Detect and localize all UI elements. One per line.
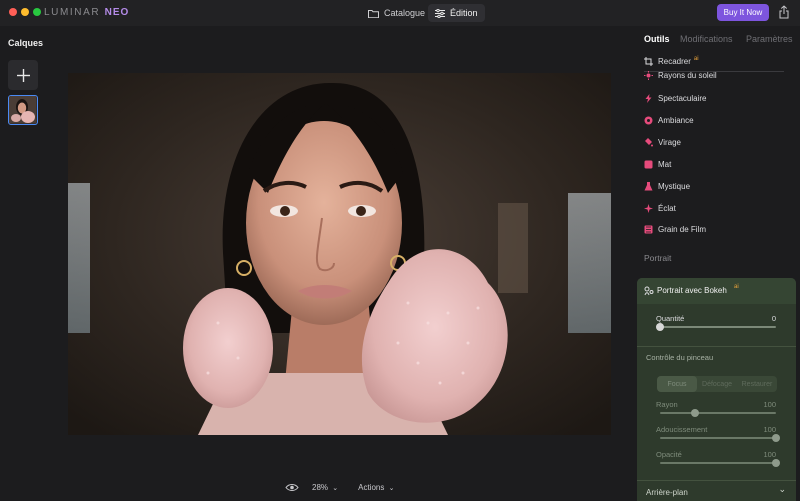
bokeh-title: Portrait avec Bokeh: [657, 286, 727, 295]
amount-slider[interactable]: [660, 326, 776, 328]
tool-toning[interactable]: Virage: [644, 135, 681, 149]
tool-label: Mat: [658, 159, 672, 169]
plus-icon: [16, 68, 30, 82]
mode-restore[interactable]: Restaurer: [737, 376, 777, 392]
opacity-value: 100: [763, 450, 776, 459]
tool-mood[interactable]: Ambiance: [644, 113, 694, 127]
portrait-photo: [68, 73, 611, 435]
film-icon: [644, 225, 653, 233]
amount-label: Quantité: [656, 314, 685, 323]
photo-canvas[interactable]: [68, 73, 611, 435]
edition-tab[interactable]: Édition: [428, 4, 485, 22]
portrait-thumbnail-image: [9, 96, 36, 123]
crop-icon: [644, 56, 653, 66]
tool-crop[interactable]: Recadrer ai: [644, 54, 699, 68]
actions-label: Actions: [358, 482, 385, 492]
softness-slider-handle[interactable]: [772, 434, 780, 442]
bokeh-icon: [644, 286, 654, 296]
chevron-down-icon: ⌄: [388, 484, 395, 492]
section-portrait: Portrait: [644, 253, 672, 263]
tool-label: Grain de Film: [658, 224, 707, 234]
bottom-toolbar: 28% ⌄ Actions ⌄: [280, 480, 394, 494]
amount-value: 0: [771, 314, 776, 323]
lightning-icon: [645, 93, 652, 103]
sparkle-icon: [644, 203, 653, 213]
tab-tools[interactable]: Outils: [644, 34, 670, 44]
mode-focus[interactable]: Focus: [657, 376, 697, 392]
softness-label: Adoucissement: [656, 425, 708, 434]
edition-label: Édition: [450, 8, 478, 18]
softness-slider[interactable]: [660, 437, 776, 439]
tool-mystical[interactable]: Mystique: [644, 179, 690, 193]
flask-icon: [644, 181, 653, 190]
catalogue-label: Catalogue: [384, 8, 426, 18]
sunrays-icon: [644, 70, 653, 80]
chevron-down-icon[interactable]: ⌄: [778, 484, 786, 495]
share-icon[interactable]: [779, 5, 789, 19]
tool-label: Éclat: [658, 203, 676, 213]
divider: [637, 480, 796, 481]
divider: [637, 346, 796, 347]
bucket-icon: [645, 137, 653, 146]
bokeh-header[interactable]: Portrait avec Bokeh ai: [637, 278, 796, 304]
mode-defocus[interactable]: Défocage: [697, 376, 737, 392]
tool-label: Recadrer: [658, 56, 691, 66]
buy-it-now-button[interactable]: Buy It Now: [717, 4, 769, 21]
tool-matte[interactable]: Mat: [644, 157, 671, 171]
zoom-dropdown[interactable]: 28% ⌄: [312, 483, 338, 492]
tab-settings[interactable]: Paramètres: [746, 34, 793, 44]
actions-dropdown[interactable]: Actions ⌄: [358, 483, 394, 492]
title-bar: LUMINAR NEO Catalogue Édition Buy It Now: [0, 0, 800, 26]
chevron-down-icon: ⌄: [332, 484, 339, 492]
background-section-label[interactable]: Arrière-plan: [646, 488, 688, 497]
ambiance-icon: [644, 116, 653, 124]
sliders-icon: [435, 8, 445, 18]
tool-dramatic[interactable]: Spectaculaire: [644, 91, 706, 105]
portrait-bokeh-panel: Portrait avec Bokeh ai Quantité 0 Contrô…: [637, 278, 796, 501]
tool-label: Spectaculaire: [658, 93, 707, 103]
tool-label: Rayons du soleil: [658, 70, 717, 80]
tool-label: Virage: [658, 137, 681, 147]
logo-luminar: LUMINAR: [44, 7, 101, 18]
amount-slider-handle[interactable]: [656, 323, 664, 331]
square-icon: [644, 160, 653, 168]
eye-icon[interactable]: [285, 483, 299, 492]
tool-label: Mystique: [658, 181, 691, 191]
layer-thumbnail[interactable]: [8, 95, 38, 125]
add-layer-button[interactable]: [8, 60, 38, 90]
ai-badge: ai: [693, 55, 699, 62]
tool-label: Ambiance: [658, 115, 694, 125]
maximize-window-button[interactable]: [33, 8, 41, 16]
opacity-slider[interactable]: [660, 462, 776, 464]
layers-title: Calques: [8, 38, 44, 48]
tool-glow[interactable]: Éclat: [644, 201, 676, 215]
app-logo: LUMINAR NEO: [44, 7, 129, 18]
tab-modifications[interactable]: Modifications: [680, 34, 733, 44]
catalogue-tab[interactable]: Catalogue: [361, 4, 432, 22]
opacity-slider-handle[interactable]: [772, 459, 780, 467]
softness-value: 100: [763, 425, 776, 434]
tool-film-grain[interactable]: Grain de Film: [644, 222, 706, 236]
radius-slider-handle[interactable]: [690, 409, 699, 417]
radius-label: Rayon: [656, 400, 678, 409]
brush-control-title: Contrôle du pinceau: [646, 353, 714, 362]
logo-neo: NEO: [104, 7, 130, 18]
radius-value: 100: [763, 400, 776, 409]
close-window-button[interactable]: [9, 8, 17, 16]
ai-badge: ai: [734, 284, 739, 290]
folder-icon: [368, 9, 379, 18]
minimize-window-button[interactable]: [21, 8, 29, 16]
tool-sunrays[interactable]: Rayons du soleil: [644, 69, 717, 81]
radius-slider[interactable]: [660, 412, 776, 414]
brush-mode-selector: Focus Défocage Restaurer: [657, 376, 777, 392]
opacity-label: Opacité: [656, 450, 682, 459]
zoom-value: 28%: [312, 482, 329, 492]
